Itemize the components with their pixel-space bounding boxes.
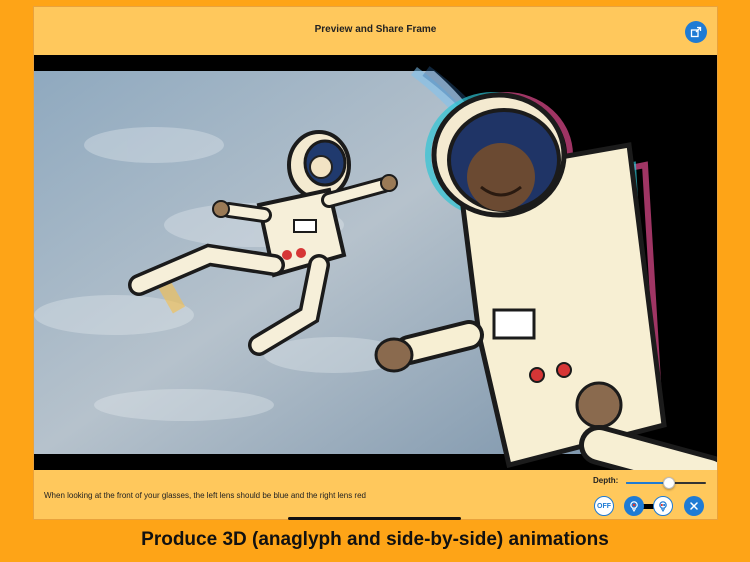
marketing-caption: Produce 3D (anaglyph and side-by-side) a… [141,529,609,550]
depth-slider[interactable] [626,477,706,489]
bottom-toolbar: When looking at the front of your glasse… [34,470,717,520]
off-label: OFF [597,502,611,510]
app-window: Preview and Share Frame When looking at … [33,6,718,520]
anaglyph-scene-image [34,55,717,470]
3d-off-button[interactable]: OFF [594,496,614,516]
depth-label: Depth: [593,476,619,485]
close-button[interactable] [684,496,704,516]
side-by-side-icon [659,501,667,512]
page-title: Preview and Share Frame [314,24,437,35]
anaglyph-mode-button[interactable] [624,496,644,516]
slider-thumb[interactable] [663,477,675,489]
home-indicator [288,517,461,520]
side-by-side-mode-button[interactable] [653,496,673,516]
glasses-hint-text: When looking at the front of your glasse… [44,491,366,500]
preview-frame [34,55,717,470]
anaglyph-glasses-icon [630,501,638,512]
title-bar: Preview and Share Frame [34,7,717,55]
share-external-icon [690,26,702,38]
close-icon [690,502,698,510]
share-button[interactable] [685,21,707,43]
